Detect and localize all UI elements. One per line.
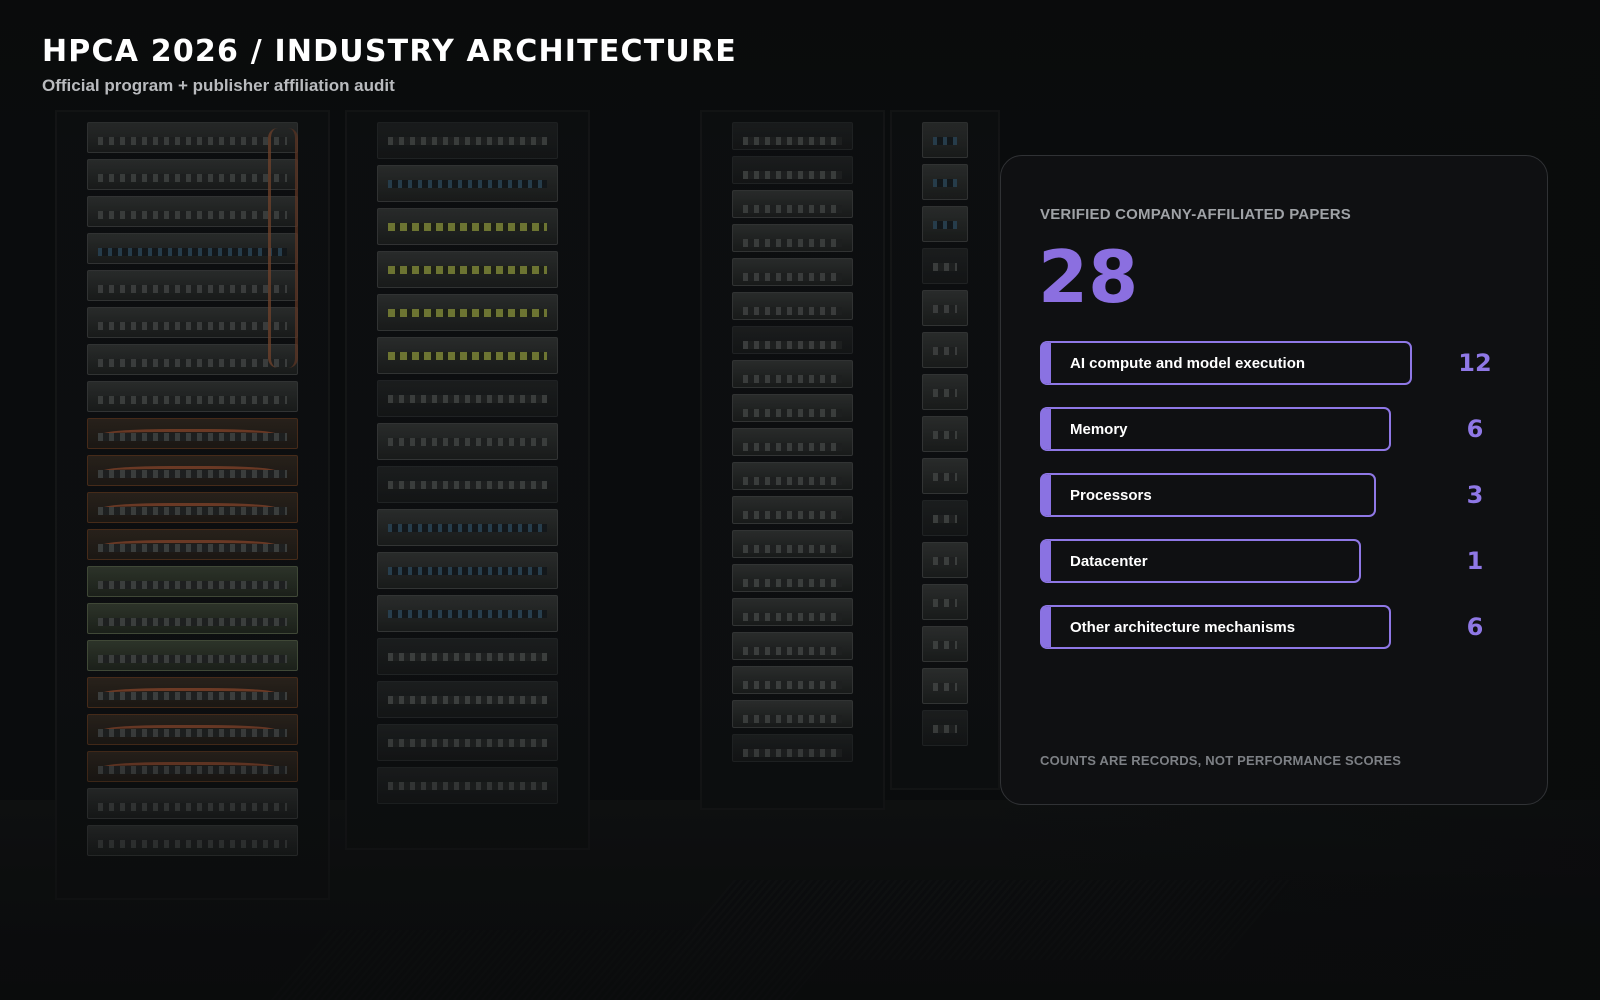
bar-row: AI compute and model execution 12 [1040,341,1520,385]
total-count: 28 [1038,235,1139,319]
bar: Processors [1040,473,1376,517]
panel-footnote: COUNTS ARE RECORDS, NOT PERFORMANCE SCOR… [1040,753,1402,768]
bar-value-label: 6 [1466,613,1484,641]
bar-label: Processors [1070,486,1152,504]
bar-label: Other architecture mechanisms [1070,618,1296,636]
bar-label: AI compute and model execution [1070,354,1306,372]
panel-heading: VERIFIED COMPANY-AFFILIATED PAPERS [1040,206,1351,223]
stats-panel: VERIFIED COMPANY-AFFILIATED PAPERS 28 AI… [1000,155,1548,805]
page-subtitle: Official program + publisher affiliation… [42,76,395,95]
bar-row: Memory 6 [1040,407,1520,451]
bar: AI compute and model execution [1040,341,1412,385]
bar-row: Other architecture mechanisms 6 [1040,605,1520,649]
bar-label: Memory [1070,420,1128,438]
page-title: HPCA 2026 / INDUSTRY ARCHITECTURE [42,34,737,69]
bar: Memory [1040,407,1391,451]
bar: Other architecture mechanisms [1040,605,1391,649]
bar-value-label: 3 [1466,481,1484,509]
bar-row: Processors 3 [1040,473,1520,517]
bar-label: Datacenter [1070,552,1148,570]
bar-value-label: 1 [1466,547,1484,575]
bar: Datacenter [1040,539,1361,583]
bar-value-label: 6 [1466,415,1484,443]
bar-row: Datacenter 1 [1040,539,1520,583]
bar-value-label: 12 [1458,349,1492,377]
